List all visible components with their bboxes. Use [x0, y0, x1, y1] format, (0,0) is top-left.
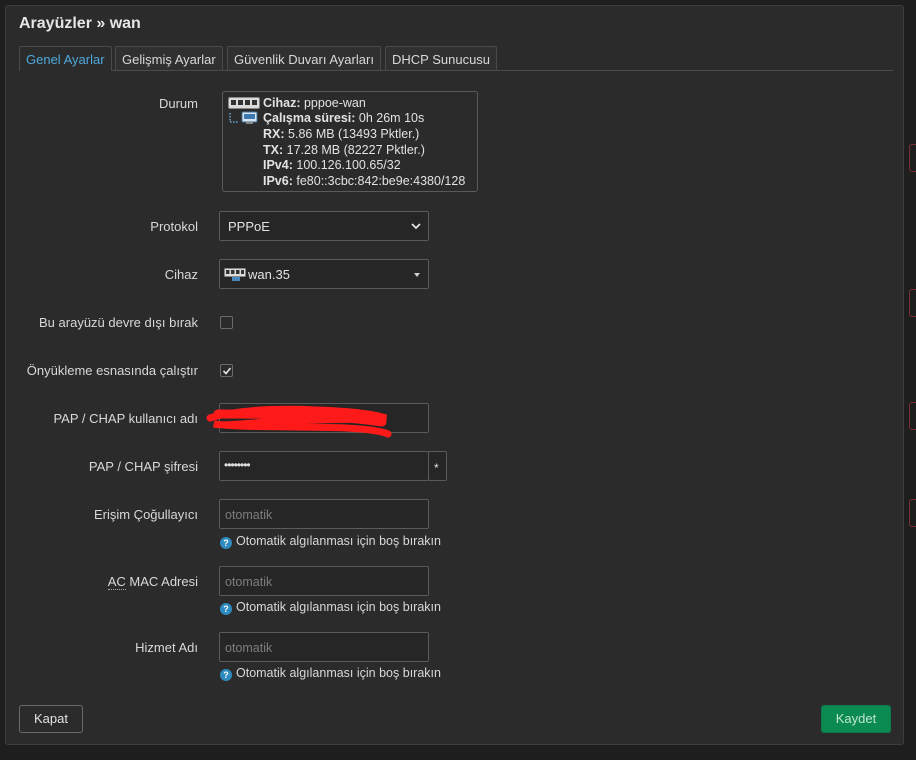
chevron-down-icon	[411, 223, 421, 230]
status-rx-line: RX: 5.86 MB (13493 Pktler.)	[263, 127, 420, 141]
ac-mac-input[interactable]: otomatik	[219, 566, 429, 596]
protocol-value: PPPoE	[228, 219, 270, 234]
tab-advanced-settings[interactable]: Gelişmiş Ayarlar	[115, 46, 223, 70]
redaction-scribble	[206, 405, 392, 438]
password-reveal-button[interactable]: *	[428, 451, 447, 481]
service-name-hint: ? Otomatik algılanması için boş bırakın	[220, 666, 441, 681]
status-ipv6-line: IPv6: fe80::3cbc:842:be9e:4380/128	[263, 174, 466, 188]
bringup-on-boot-label: Önyükleme esnasında çalıştır	[26, 363, 198, 378]
checkmark-icon	[222, 367, 232, 375]
ac-mac-label: AC MAC Adresi	[107, 574, 198, 590]
help-icon: ?	[220, 603, 232, 615]
modal-title: Arayüzler » wan	[19, 15, 141, 32]
protocol-label: Protokol	[150, 219, 198, 234]
disable-interface-checkbox[interactable]	[220, 316, 233, 329]
access-concentrator-hint: ? Otomatik algılanması için boş bırakın	[220, 534, 441, 549]
device-value: wan.35	[248, 267, 290, 282]
pap-chap-password-input[interactable]: ••••••••	[219, 451, 429, 481]
tab-bar: Genel Ayarlar Gelişmiş Ayarlar Güvenlik …	[19, 46, 893, 71]
disable-interface-label: Bu arayüzü devre dışı bırak	[39, 315, 198, 330]
status-tx-line: TX: 17.28 MB (82227 Pktler.)	[263, 143, 425, 157]
ethernet-port-icon	[228, 97, 260, 109]
status-label: Durum	[158, 96, 198, 111]
service-name-label: Hizmet Adı	[135, 640, 198, 655]
caret-down-icon	[414, 273, 420, 277]
device-label: Cihaz	[164, 267, 198, 282]
access-concentrator-label: Erişim Çoğullayıcı	[93, 507, 198, 522]
help-icon: ?	[220, 537, 232, 549]
network-tree-icon	[229, 111, 258, 124]
save-button[interactable]: Kaydet	[821, 705, 891, 733]
background-field-edge	[909, 144, 916, 172]
pap-chap-password-label: PAP / CHAP şifresi	[88, 459, 198, 474]
ethernet-port-icon	[224, 268, 246, 281]
service-name-input[interactable]: otomatik	[219, 632, 429, 662]
tab-firewall-settings[interactable]: Güvenlik Duvarı Ayarları	[227, 46, 381, 70]
tab-dhcp-server[interactable]: DHCP Sunucusu	[385, 46, 498, 70]
device-select[interactable]: wan.35	[219, 259, 429, 289]
background-field-edge	[909, 289, 916, 317]
protocol-select[interactable]: PPPoE	[219, 211, 429, 241]
background-field-edge	[909, 499, 916, 527]
help-icon: ?	[220, 669, 232, 681]
access-concentrator-input[interactable]: otomatik	[219, 499, 429, 529]
ac-mac-hint: ? Otomatik algılanması için boş bırakın	[220, 600, 441, 615]
password-mask: ••••••••	[224, 458, 251, 472]
interface-edit-modal: Arayüzler » wan Genel Ayarlar Gelişmiş A…	[5, 5, 904, 745]
status-box: Cihaz: pppoe-wan Çalışma süresi: 0h 26m …	[222, 91, 478, 192]
status-ipv4-line: IPv4: 100.126.100.65/32	[263, 158, 401, 172]
background-field-edge	[909, 402, 916, 430]
close-button[interactable]: Kapat	[19, 705, 83, 733]
status-uptime-line: Çalışma süresi: 0h 26m 10s	[263, 111, 425, 125]
status-device-line: Cihaz: pppoe-wan	[263, 96, 366, 110]
tab-general-settings[interactable]: Genel Ayarlar	[19, 46, 112, 71]
bringup-on-boot-checkbox[interactable]	[220, 364, 233, 377]
pap-chap-username-label: PAP / CHAP kullanıcı adı	[53, 411, 198, 426]
